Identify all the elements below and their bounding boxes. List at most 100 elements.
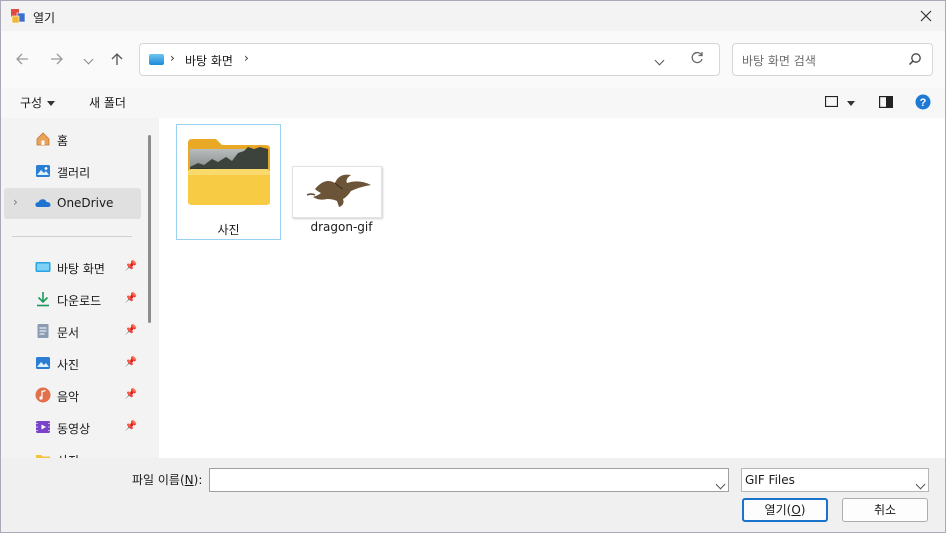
close-icon <box>920 10 932 22</box>
command-bar: 구성 새 폴더 ? <box>1 88 945 118</box>
file-type-dropdown[interactable] <box>915 477 926 491</box>
document-icon <box>37 324 49 338</box>
dragon-icon <box>306 174 371 207</box>
sidebar-item-documents[interactable]: 문서 📌 <box>4 316 141 347</box>
chevron-right-icon[interactable]: › <box>13 195 18 209</box>
help-button[interactable]: ? <box>915 94 931 113</box>
filename-label: 파일 이름(N): <box>132 471 202 488</box>
pictures-icon <box>36 357 50 369</box>
preview-pane-icon <box>879 96 894 109</box>
open-button[interactable]: 열기(O) <box>742 498 828 522</box>
file-type-value: GIF Files <box>745 473 795 487</box>
home-icon <box>36 132 50 146</box>
window-title: 열기 <box>33 11 56 25</box>
sidebar-item-label: 음악 <box>57 390 80 404</box>
filename-label-suffix: ): <box>193 473 203 487</box>
desktop-icon <box>35 262 51 272</box>
open-file-dialog: 열기 › 바탕 화면 › 바탕 화면 검색 구성 새 폴더 ? 홈 갤러리 › … <box>0 0 946 533</box>
sidebar-item-label: 문서 <box>57 326 80 340</box>
sidebar-item-onedrive[interactable]: › OneDrive <box>4 188 141 219</box>
file-item-folder[interactable]: 사진 <box>176 124 281 240</box>
sidebar-item-label: 홈 <box>57 134 69 148</box>
search-box[interactable]: 바탕 화면 검색 <box>732 43 933 76</box>
address-dropdown-button[interactable] <box>654 53 665 67</box>
video-icon <box>36 421 50 433</box>
sidebar-divider <box>12 236 132 237</box>
pin-icon: 📌 <box>124 357 137 368</box>
navigation-pane: 홈 갤러리 › OneDrive 바탕 화면 📌 다운로드 📌 문서 📌 사진 … <box>1 118 159 458</box>
pin-icon: 📌 <box>124 325 137 336</box>
breadcrumb-separator-icon: › <box>170 51 175 65</box>
arrow-left-icon <box>16 53 28 65</box>
sidebar-item-pictures[interactable]: 사진 📌 <box>4 348 141 379</box>
pin-icon: 📌 <box>124 389 137 400</box>
new-folder-button[interactable]: 새 폴더 <box>89 94 126 111</box>
close-button[interactable] <box>907 1 945 31</box>
file-item-image[interactable]: dragon-gif <box>289 124 394 240</box>
up-button[interactable] <box>104 45 130 73</box>
chevron-down-icon <box>715 479 726 490</box>
sidebar-item-desktop[interactable]: 바탕 화면 📌 <box>4 252 141 283</box>
filename-label-prefix: 파일 이름( <box>132 473 185 487</box>
sidebar-item-videos[interactable]: 동영상 📌 <box>4 412 141 443</box>
open-label-accesskey: O <box>791 503 801 517</box>
preview-pane-button[interactable] <box>879 96 894 111</box>
address-bar[interactable]: › 바탕 화면 › <box>139 43 720 76</box>
search-placeholder: 바탕 화면 검색 <box>742 54 816 68</box>
sidebar-item-label: OneDrive <box>57 196 114 210</box>
chevron-down-icon <box>654 55 665 66</box>
sidebar-item-label: 바탕 화면 <box>57 262 105 276</box>
open-label-prefix: 열기( <box>764 503 792 517</box>
file-type-select[interactable]: GIF Files <box>741 468 929 492</box>
svg-text:?: ? <box>920 97 927 109</box>
help-icon: ? <box>915 94 931 110</box>
cancel-button[interactable]: 취소 <box>842 498 928 522</box>
filename-history-dropdown[interactable] <box>715 477 726 491</box>
view-icon <box>824 95 839 108</box>
download-icon <box>37 292 49 307</box>
sidebar-item-home[interactable]: 홈 <box>4 124 141 155</box>
recent-locations-button[interactable] <box>75 45 101 73</box>
refresh-icon <box>691 51 703 64</box>
caret-down-icon <box>847 101 855 106</box>
image-thumbnail <box>292 166 382 218</box>
navigation-bar: › 바탕 화면 › 바탕 화면 검색 <box>1 31 945 88</box>
search-icon[interactable] <box>908 52 922 66</box>
sidebar-item-label: 갤러리 <box>57 166 91 180</box>
file-name: dragon-gif <box>310 220 373 234</box>
organize-label: 구성 <box>20 96 43 110</box>
open-label-suffix: ) <box>800 503 806 517</box>
pin-icon: 📌 <box>124 261 137 272</box>
sidebar-item-label: 사진 <box>57 358 80 372</box>
file-name: 사진 <box>217 223 240 237</box>
chevron-down-icon <box>83 54 93 64</box>
file-list: 사진 dragon-gif <box>159 118 945 458</box>
arrow-up-icon <box>111 53 123 65</box>
forward-button[interactable] <box>44 45 70 73</box>
view-options-button[interactable] <box>824 95 855 110</box>
sidebar-item-music[interactable]: 음악 📌 <box>4 380 141 411</box>
app-icon <box>11 9 26 24</box>
sidebar-scrollbar[interactable] <box>148 135 151 323</box>
folder-icon <box>188 139 270 205</box>
sidebar-item-gallery[interactable]: 갤러리 <box>4 156 141 187</box>
back-button[interactable] <box>9 45 35 73</box>
sidebar-item-downloads[interactable]: 다운로드 📌 <box>4 284 141 315</box>
dialog-footer: 파일 이름(N): GIF Files 열기(O) 취소 <box>1 458 945 532</box>
arrow-right-icon <box>51 53 63 65</box>
sidebar-item-label: 동영상 <box>57 422 91 436</box>
organize-button[interactable]: 구성 <box>20 94 56 111</box>
folder-icon <box>36 455 50 458</box>
pin-icon: 📌 <box>124 421 137 432</box>
filename-label-accesskey: N <box>184 473 194 487</box>
music-icon <box>35 387 51 403</box>
chevron-down-icon <box>915 479 926 490</box>
refresh-button[interactable] <box>690 51 704 69</box>
title-bar: 열기 <box>1 1 945 31</box>
cloud-icon <box>35 199 51 207</box>
breadcrumb-desktop[interactable]: 바탕 화면 <box>185 52 233 69</box>
sidebar-item-label: 다운로드 <box>57 294 102 308</box>
breadcrumb-separator-icon[interactable]: › <box>244 51 249 65</box>
filename-input[interactable] <box>209 468 729 492</box>
sidebar-item-photos-folder[interactable]: 사진 <box>4 444 141 458</box>
